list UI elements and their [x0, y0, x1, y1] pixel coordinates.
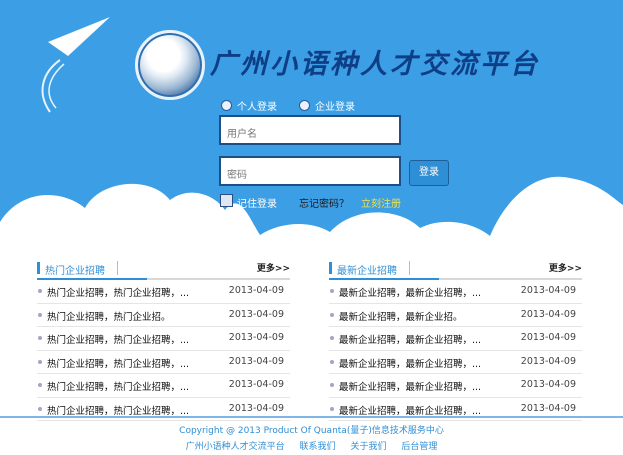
job-title[interactable]: 最新企业招聘，最新企业招聘，... [339, 332, 481, 346]
job-title[interactable]: 热门企业招聘，热门企业招聘，... [47, 285, 189, 299]
list-item[interactable]: 最新企业招聘，最新企业招聘，... 2013-04-09 [329, 327, 582, 351]
list-item[interactable]: 热门企业招聘，热门企业招。 2013-04-09 [37, 304, 290, 327]
job-title[interactable]: 热门企业招聘，热门企业招。 [47, 309, 171, 323]
login-button[interactable]: 登录 [409, 160, 449, 186]
job-title[interactable]: 最新企业招聘，最新企业招聘，... [339, 403, 481, 417]
job-title[interactable]: 最新企业招聘，最新企业招聘，... [339, 356, 481, 370]
bullet-icon [330, 289, 334, 293]
new-jobs-panel: 最新企业招聘 更多>> 最新企业招聘，最新企业招聘，... 2013-04-09 … [329, 258, 582, 421]
panel-accent-bar [329, 262, 332, 274]
footer-divider [0, 416, 623, 418]
footer-link-contact[interactable]: 联系我们 [300, 442, 336, 452]
job-date: 2013-04-09 [520, 308, 576, 320]
footer-copyright: Copyright @ 2013 Product Of Quanta(量子)信息… [179, 426, 444, 436]
bullet-icon [330, 406, 334, 411]
list-item[interactable]: 热门企业招聘，热门企业招聘，... 2013-04-09 [37, 351, 290, 374]
footer-link-home[interactable]: 广州小语种人才交流平台 [186, 442, 285, 452]
password-placeholder: 密码 [227, 170, 247, 181]
list-item[interactable]: 最新企业招聘，最新企业招聘，... 2013-04-09 [329, 374, 582, 398]
bullet-icon [38, 406, 42, 411]
panel-accent-bar [37, 262, 40, 274]
list-item[interactable]: 最新企业招聘，最新企业招聘，... 2013-04-09 [329, 351, 582, 374]
hot-jobs-panel: 热门企业招聘 更多>> 热门企业招聘，热门企业招聘，... 2013-04-09 … [37, 258, 290, 421]
job-title[interactable]: 最新企业招聘，最新企业招聘，... [339, 285, 481, 299]
paper-plane-icon [41, 17, 110, 113]
username-placeholder: 用户名 [227, 129, 257, 140]
remember-label: 记住登录 [237, 199, 277, 210]
site-title: 广州小语种人才交流平台 [210, 49, 540, 80]
radio-circle-icon [221, 100, 232, 111]
radio-circle-icon [299, 100, 310, 111]
site-logo [135, 30, 205, 100]
radio-company-label: 企业登录 [315, 102, 355, 113]
footer-link-about[interactable]: 关于我们 [350, 442, 386, 452]
job-date: 2013-04-09 [520, 332, 576, 343]
list-item[interactable]: 热门企业招聘，热门企业招聘，... 2013-04-09 [37, 327, 290, 351]
bullet-icon [38, 359, 42, 364]
job-date: 2013-04-09 [520, 379, 576, 390]
bullet-icon [330, 359, 334, 364]
list-item[interactable]: 热门企业招聘，热门企业招聘，... 2013-04-09 [37, 280, 290, 304]
panel-title: 热门企业招聘 [45, 266, 105, 277]
panel-header: 热门企业招聘 更多>> [37, 258, 290, 280]
radio-personal-label: 个人登录 [237, 102, 277, 113]
username-input[interactable]: 用户名 [219, 115, 401, 145]
job-date: 2013-04-09 [228, 379, 284, 390]
more-link[interactable]: 更多>> [257, 261, 290, 274]
footer-link-admin[interactable]: 后台管理 [401, 442, 437, 452]
bullet-icon [38, 383, 42, 387]
list-item[interactable]: 热门企业招聘，热门企业招聘，... 2013-04-09 [37, 374, 290, 398]
register-link[interactable]: 立刻注册 [361, 195, 401, 210]
radio-company-login[interactable]: 企业登录 [299, 98, 355, 113]
job-date: 2013-04-09 [520, 355, 576, 367]
password-input[interactable]: 密码 [219, 156, 401, 186]
job-date: 2013-04-09 [520, 402, 576, 414]
job-date: 2013-04-09 [228, 402, 284, 414]
bullet-icon [330, 336, 334, 340]
job-date: 2013-04-09 [228, 308, 284, 320]
bullet-icon [38, 289, 42, 293]
job-date: 2013-04-09 [520, 285, 576, 296]
footer-links: 广州小语种人才交流平台 联系我们 关于我们 后台管理 [0, 439, 623, 452]
job-date: 2013-04-09 [228, 355, 284, 367]
more-link[interactable]: 更多>> [549, 261, 582, 274]
job-date: 2013-04-09 [228, 285, 284, 296]
divider [117, 261, 118, 275]
job-title[interactable]: 热门企业招聘，热门企业招聘，... [47, 356, 189, 370]
job-date: 2013-04-09 [228, 332, 284, 343]
job-title[interactable]: 热门企业招聘，热门企业招聘，... [47, 332, 189, 346]
list-item[interactable]: 最新企业招聘，最新企业招。 2013-04-09 [329, 304, 582, 327]
bullet-icon [38, 336, 42, 340]
panel-header: 最新企业招聘 更多>> [329, 258, 582, 280]
remember-checkbox[interactable] [220, 194, 233, 207]
radio-personal-login[interactable]: 个人登录 [221, 98, 277, 113]
bullet-icon [330, 312, 334, 317]
job-title[interactable]: 最新企业招聘，最新企业招聘，... [339, 379, 481, 393]
bullet-icon [38, 312, 42, 317]
bullet-icon [330, 383, 334, 387]
divider [409, 261, 410, 275]
forgot-password-link[interactable]: 忘记密码？ [299, 195, 349, 210]
job-title[interactable]: 热门企业招聘，热门企业招聘，... [47, 403, 189, 417]
job-title[interactable]: 热门企业招聘，热门企业招聘，... [47, 379, 189, 393]
list-item[interactable]: 最新企业招聘，最新企业招聘，... 2013-04-09 [329, 280, 582, 304]
job-title[interactable]: 最新企业招聘，最新企业招。 [339, 309, 463, 323]
panel-title: 最新企业招聘 [337, 266, 397, 277]
